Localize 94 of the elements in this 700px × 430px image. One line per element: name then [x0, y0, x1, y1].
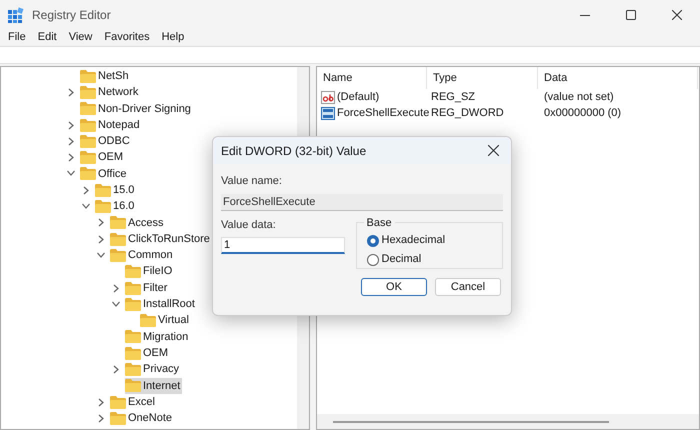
tree-item[interactable]: ClickToRunStore — [110, 230, 212, 248]
folder-icon — [125, 330, 141, 344]
folder-icon — [80, 167, 96, 180]
value-name[interactable]: (Default) — [317, 88, 427, 106]
tree-item[interactable]: 16.0 — [95, 198, 136, 215]
chevron-right-icon[interactable] — [67, 153, 75, 162]
chevron-right-icon[interactable] — [97, 218, 105, 228]
column-header[interactable]: Type — [427, 67, 538, 89]
tree-item[interactable]: Internet — [125, 378, 182, 394]
folder-icon — [80, 151, 96, 164]
folder-icon — [140, 314, 156, 328]
tree-item[interactable]: 15.0 — [95, 182, 136, 198]
menu-item[interactable]: Edit — [38, 28, 57, 46]
folder-icon — [80, 86, 96, 99]
folder-icon — [125, 346, 141, 360]
chevron-right-icon[interactable] — [67, 120, 75, 130]
minimize-icon — [580, 14, 590, 16]
radio-option[interactable]: Hexadecimal — [366, 231, 492, 250]
chevron-right-icon[interactable] — [112, 364, 120, 374]
tree-item[interactable]: Notepad — [80, 116, 142, 134]
tree-item[interactable]: Filter — [125, 280, 170, 296]
tree-item[interactable]: Virtual — [140, 312, 191, 329]
folder-icon — [110, 396, 126, 409]
chevron-down-icon[interactable] — [67, 169, 75, 178]
tree-item[interactable]: Non-Driver Signing — [80, 100, 193, 117]
radio-unselected[interactable] — [366, 254, 378, 266]
tree-item[interactable]: OEM — [125, 344, 170, 362]
folder-icon — [80, 102, 96, 116]
tree-item[interactable]: Access — [110, 214, 166, 232]
table-cell-text: 0x00000000 (0) — [543, 106, 622, 121]
table-cell-text: (value not set) — [543, 90, 614, 105]
binary-value-icon — [321, 106, 335, 120]
chevron-right-icon[interactable] — [67, 88, 75, 97]
string-value-icon — [321, 90, 335, 104]
tree-item[interactable]: OEM — [80, 149, 126, 166]
menu-item[interactable]: Favorites — [104, 28, 150, 46]
tree-item[interactable]: InstallRoot — [125, 296, 197, 313]
close-icon — [672, 10, 682, 20]
tree-item[interactable]: Common — [110, 247, 175, 264]
column-header[interactable]: Data — [538, 67, 698, 89]
value-name[interactable]: ForceShellExecute — [317, 104, 427, 122]
maximize-icon — [626, 10, 636, 20]
scrollbar-thumb[interactable] — [333, 420, 609, 422]
folder-icon — [95, 200, 111, 214]
table-cell-text: REG_SZ — [430, 90, 476, 105]
chevron-right-icon[interactable] — [82, 186, 90, 195]
tree-item[interactable]: OneNote — [110, 410, 174, 427]
menu-item[interactable]: Help — [162, 28, 184, 46]
chevron-right-icon[interactable] — [112, 284, 120, 292]
value-name-field: ForceShellExecute — [221, 194, 503, 210]
folder-icon — [110, 216, 126, 230]
tree-item[interactable]: Network — [80, 84, 140, 101]
tree-item[interactable]: Office — [80, 166, 129, 182]
folder-icon — [125, 363, 141, 376]
chevron-down-icon[interactable] — [82, 202, 90, 212]
tree-item[interactable]: FileIO — [125, 263, 174, 280]
folder-icon — [125, 379, 141, 392]
tree-item[interactable]: Migration — [125, 328, 190, 346]
close-icon — [488, 145, 498, 156]
folder-icon — [110, 232, 126, 246]
group-label: Base — [366, 216, 393, 230]
window-title: Registry Editor — [32, 7, 111, 24]
radio-option[interactable]: Decimal — [366, 250, 492, 269]
folder-icon — [80, 70, 96, 83]
value-data-field[interactable]: 1 — [221, 237, 345, 254]
field-label: Value data: — [221, 218, 277, 232]
chevron-right-icon[interactable] — [97, 414, 105, 423]
folder-icon — [80, 134, 96, 148]
folder-icon — [125, 298, 141, 311]
chevron-right-icon[interactable] — [97, 234, 105, 244]
folder-icon — [110, 248, 126, 262]
folder-icon — [125, 265, 141, 278]
tree-item[interactable]: ODBC — [80, 133, 132, 150]
tree-item[interactable]: NetSh — [80, 68, 131, 84]
menu-item[interactable]: File — [8, 28, 26, 46]
radio-selected[interactable] — [366, 234, 378, 246]
chevron-right-icon[interactable] — [67, 136, 75, 146]
folder-icon — [80, 118, 96, 132]
field-label: Value name: — [221, 174, 283, 189]
table-cell-text: REG_DWORD — [430, 106, 505, 121]
cancel-button[interactable]: Cancel — [435, 278, 501, 296]
folder-icon — [110, 412, 126, 425]
ok-button[interactable]: OK — [361, 278, 427, 296]
registry-app-icon — [8, 7, 24, 23]
folder-icon — [125, 282, 141, 295]
tree-item[interactable]: Excel — [110, 394, 157, 410]
tree-item[interactable]: Privacy — [125, 361, 182, 378]
chevron-right-icon[interactable] — [97, 398, 105, 407]
menu-item[interactable]: View — [68, 28, 92, 46]
column-header[interactable]: Name — [317, 67, 427, 89]
folder-icon — [95, 184, 111, 197]
chevron-down-icon[interactable] — [112, 300, 120, 309]
chevron-down-icon[interactable] — [97, 250, 105, 260]
dialog-title: Edit DWORD (32-bit) Value — [221, 142, 366, 160]
